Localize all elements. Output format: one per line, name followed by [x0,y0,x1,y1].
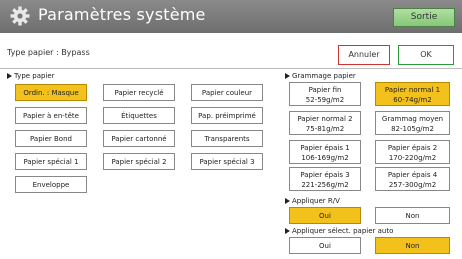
paper-type-labels[interactable]: Étiquettes [103,107,175,124]
gear-icon [10,6,30,26]
paper-type-color[interactable]: Papier couleur [191,84,263,101]
paper-type-special-1[interactable]: Papier spécial 1 [15,153,87,170]
exit-button[interactable]: Sortie [393,8,455,27]
auto-select-yes-button[interactable]: Oui [289,237,361,254]
weight-normal-1[interactable]: Papier normal 1 60-74g/m2 [375,82,450,106]
paper-type-cardstock[interactable]: Papier cartonné [103,130,175,147]
paper-type-special-2[interactable]: Papier spécial 2 [103,153,175,170]
paper-type-envelope[interactable]: Enveloppe [15,176,87,193]
weight-thin[interactable]: Papier fin 52-59g/m2 [289,82,361,106]
weight-thick-2[interactable]: Papier épais 2 170-220g/m2 [375,140,450,164]
triangle-icon [285,198,290,204]
paper-type-preprinted[interactable]: Pap. préimprimé [191,107,263,124]
title-bar: Paramètres système Sortie [0,0,462,33]
weight-normal-2[interactable]: Papier normal 2 75-81g/m2 [289,111,361,135]
paper-type-bond[interactable]: Papier Bond [15,130,87,147]
auto-select-no-button[interactable]: Non [375,237,450,254]
apply-duplex-heading: Appliquer R/V [285,197,340,205]
triangle-icon [7,73,12,79]
apply-auto-select-heading: Appliquer sélect. papier auto [285,227,393,235]
weight-thick-1[interactable]: Papier épais 1 106-169g/m2 [289,140,361,164]
paper-type-heading: Type papier [7,72,55,80]
paper-source-label: Type papier : Bypass [7,48,90,57]
window-title: Paramètres système [38,5,206,24]
triangle-icon [285,73,290,79]
weight-medium[interactable]: Grammag moyen 82-105g/m2 [375,111,450,135]
weight-thick-3[interactable]: Papier épais 3 221-256g/m2 [289,167,361,191]
paper-type-transparency[interactable]: Transparents [191,130,263,147]
triangle-icon [285,228,290,234]
paper-weight-heading: Grammage papier [285,72,356,80]
paper-type-letterhead[interactable]: Papier à en-tête [15,107,87,124]
ok-button[interactable]: OK [398,45,454,65]
paper-type-recycled[interactable]: Papier recyclé [103,84,175,101]
header-divider [0,68,462,69]
header-row: Type papier : Bypass Annuler OK [0,42,462,66]
paper-type-plain[interactable]: Ordin. : Masque [15,84,87,101]
cancel-button[interactable]: Annuler [338,45,390,65]
duplex-no-button[interactable]: Non [375,207,450,224]
paper-type-special-3[interactable]: Papier spécial 3 [191,153,263,170]
weight-thick-4[interactable]: Papier épais 4 257-300g/m2 [375,167,450,191]
duplex-yes-button[interactable]: Oui [289,207,361,224]
